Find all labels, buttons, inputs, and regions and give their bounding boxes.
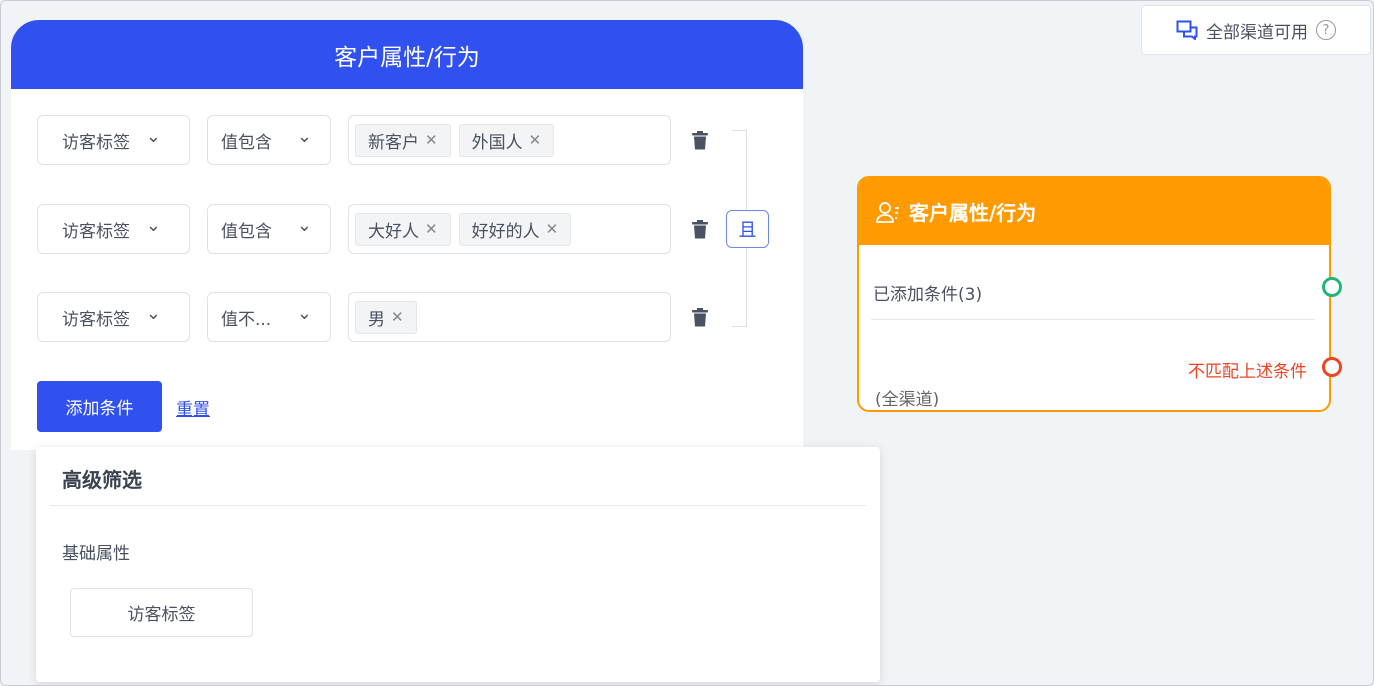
operator-select-value: 值包含 [221, 221, 272, 242]
user-icon [876, 201, 899, 223]
trash-icon[interactable] [692, 308, 708, 327]
chevron-down-icon: ⌄ [296, 214, 312, 236]
node-no-match: 不匹配上述条件 [1188, 362, 1307, 382]
chevron-down-icon: ⌄ [296, 125, 312, 147]
divider [50, 505, 866, 506]
field-select-value: 访客标签 [62, 309, 130, 330]
divider [871, 319, 1315, 320]
field-select[interactable]: 访客标签 ⌄ [37, 115, 190, 165]
node-title: 客户属性/行为 [909, 201, 1037, 225]
operator-select-value: 值不... [221, 309, 272, 330]
option-visitor-tag[interactable]: 访客标签 [70, 588, 253, 637]
channel-label: 全部渠道可用 [1206, 22, 1308, 43]
trash-icon[interactable] [692, 220, 708, 239]
tag-label: 外国人 [471, 132, 523, 153]
trash-icon[interactable] [692, 131, 708, 150]
close-icon[interactable]: ✕ [425, 220, 438, 238]
tag-input[interactable]: 新客户 ✕ 外国人 ✕ [348, 115, 671, 165]
add-condition-button[interactable]: 添加条件 [37, 381, 162, 432]
operator-select[interactable]: 值包含 ⌄ [207, 204, 331, 254]
logic-toggle-button[interactable]: 且 [726, 210, 769, 248]
section-label: 基础属性 [62, 544, 130, 564]
operator-select[interactable]: 值包含 ⌄ [207, 115, 331, 165]
chevron-down-icon: ⌄ [145, 125, 161, 147]
field-select-value: 访客标签 [62, 221, 130, 242]
operator-select-value: 值包含 [221, 132, 272, 153]
field-select[interactable]: 访客标签 ⌄ [37, 204, 190, 254]
tag-label: 新客户 [368, 132, 419, 153]
node-channel: (全渠道) [875, 390, 940, 410]
tag: 新客户 ✕ [355, 123, 451, 157]
close-icon[interactable]: ✕ [529, 131, 542, 149]
field-select-value: 访客标签 [62, 132, 130, 153]
tag-input[interactable]: 男 ✕ [348, 292, 671, 342]
tag: 外国人 ✕ [458, 123, 555, 157]
reset-link[interactable]: 重置 [176, 395, 210, 420]
condition-panel: 客户属性/行为 访客标签 ⌄ 值包含 ⌄ 新客户 ✕ 外国人 ✕ 访客标签 ⌄ 值包含 ⌄ 大好人 ✕ 好好… [11, 20, 803, 450]
tag-label: 大好人 [368, 221, 419, 242]
close-icon[interactable]: ✕ [546, 220, 559, 238]
close-icon[interactable]: ✕ [425, 131, 438, 149]
tag-input[interactable]: 大好人 ✕ 好好的人 ✕ [348, 204, 671, 254]
match-output-port[interactable] [1322, 277, 1342, 297]
chevron-down-icon: ⌄ [296, 302, 312, 324]
panel-title: 客户属性/行为 [11, 20, 803, 89]
no-match-output-port[interactable] [1322, 357, 1342, 377]
tag-label: 男 [368, 309, 385, 330]
tag: 大好人 ✕ [355, 212, 451, 246]
channel-button[interactable]: 全部渠道可用 ? [1141, 5, 1371, 55]
node-conditions: 已添加条件(3) [873, 285, 983, 305]
advanced-filter-popover: 高级筛选 基础属性 访客标签 [36, 447, 880, 682]
tag-label: 好好的人 [471, 221, 540, 242]
tag: 男 ✕ [355, 300, 417, 334]
popover-title: 高级筛选 [62, 468, 142, 492]
tag: 好好的人 ✕ [458, 212, 572, 246]
field-select[interactable]: 访客标签 ⌄ [37, 292, 190, 342]
chevron-down-icon: ⌄ [145, 302, 161, 324]
operator-select[interactable]: 值不... ⌄ [207, 292, 331, 342]
chevron-down-icon: ⌄ [145, 214, 161, 236]
help-icon[interactable]: ? [1316, 20, 1336, 40]
close-icon[interactable]: ✕ [391, 308, 404, 326]
chat-icon [1176, 20, 1198, 40]
flow-node[interactable]: 客户属性/行为 已添加条件(3) 不匹配上述条件 (全渠道) [857, 176, 1342, 412]
